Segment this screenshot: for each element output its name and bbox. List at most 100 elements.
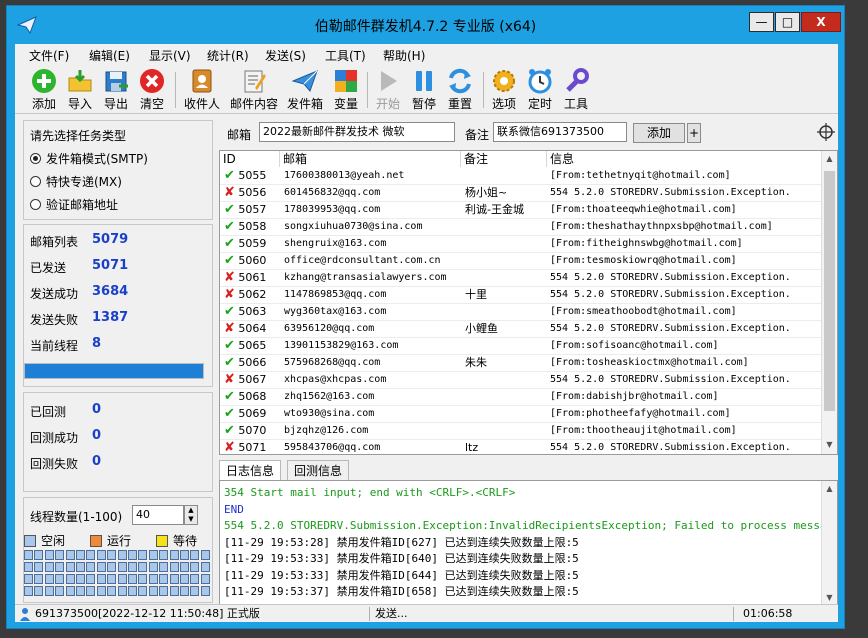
title-bar[interactable]: 伯勒邮件群发机4.7.2 专业版 (x64) — □ X <box>7 6 844 44</box>
cell-id: ✔ 5066 <box>224 355 280 371</box>
success-check-icon: ✔ <box>224 202 235 217</box>
timer-button[interactable]: 定时 <box>525 68 555 112</box>
cell-id: ✔ 5059 <box>224 236 280 252</box>
options-button[interactable]: 选项 <box>489 68 519 112</box>
menu-help[interactable]: 帮助(H) <box>383 47 425 64</box>
table-row[interactable]: ✔ 5058 songxiuhua0730@sina.com [From:thesh… <box>220 219 824 236</box>
user-icon <box>20 608 30 621</box>
legend-item: 运行 <box>90 532 131 549</box>
table-row[interactable]: ✔ 5055 17600380013@yeah.net [From:tethetny… <box>220 168 824 185</box>
thread-cell <box>138 586 148 596</box>
cell-info: 554 5.2.0 STOREDRV.Submission.Exception. <box>550 187 791 198</box>
maximize-button[interactable]: □ <box>775 12 800 32</box>
table-row[interactable]: ✔ 5060 office@rdconsultant.com.cn [From:te… <box>220 253 824 270</box>
table-row[interactable]: ✔ 5057 178039953@qq.com 利诚-王金城 [From:thoate… <box>220 202 824 219</box>
thread-cell <box>117 574 127 584</box>
cell-info: 554 5.2.0 STOREDRV.Submission.Exception. <box>550 442 791 453</box>
thread-count-spinner[interactable]: ▲ ▼ <box>184 505 198 525</box>
table-row[interactable]: ✘ 5071 595843706@qq.com ltz 554 5.2.0 STORE… <box>220 440 824 454</box>
radio-mx[interactable]: 特快专递(MX) <box>30 173 122 190</box>
table-row[interactable]: ✘ 5056 601456832@qq.com 杨小姐~ 554 5.2.0 STOR… <box>220 185 824 202</box>
radio-verify[interactable]: 验证邮箱地址 <box>30 196 118 213</box>
sender-box-button[interactable]: 发件箱 <box>285 68 325 112</box>
table-row[interactable]: ✔ 5066 575968268@qq.com 朱朱 [From:tosheaskio… <box>220 355 824 372</box>
import-button[interactable]: 导入 <box>65 68 95 112</box>
legend-label: 运行 <box>107 534 132 548</box>
tab-reply-test[interactable]: 回测信息 <box>287 460 350 480</box>
row-id: 5056 <box>238 186 267 199</box>
close-button[interactable]: X <box>801 12 841 32</box>
thread-group: 线程数量(1-100) 40 ▲ ▼ 空闲 运行 等待 <box>23 497 213 603</box>
thread-cell <box>159 586 169 596</box>
mail-content-button[interactable]: 邮件内容 <box>227 68 281 112</box>
radio-smtp[interactable]: 发件箱模式(SMTP) <box>30 150 148 167</box>
task-type-heading: 请先选择任务类型 <box>30 129 127 143</box>
grid-scrollbar[interactable]: ▲ ▼ <box>821 151 837 454</box>
menu-tools[interactable]: 工具(T) <box>325 47 366 64</box>
thread-cell <box>190 574 200 584</box>
mail-content-icon <box>244 70 266 93</box>
add-button[interactable]: 添加 <box>29 68 59 112</box>
thread-cell <box>96 586 106 596</box>
recipients-icon <box>192 69 212 93</box>
table-row[interactable]: ✔ 5068 zhq1562@163.com [From:dabishjbr@hot… <box>220 389 824 406</box>
cell-info: 554 5.2.0 STOREDRV.Submission.Exception. <box>550 374 791 385</box>
table-row[interactable]: ✔ 5069 wto930@sina.com [From:photheefafy@h… <box>220 406 824 423</box>
table-row[interactable]: ✘ 5062 1147869853@qq.com 十里 554 5.2.0 STORE… <box>220 287 824 304</box>
scroll-down-icon[interactable]: ▼ <box>822 437 837 453</box>
menu-stats[interactable]: 统计(R) <box>207 47 249 64</box>
clear-icon <box>140 69 164 93</box>
cell-id: ✔ 5069 <box>224 406 280 422</box>
legend-swatch <box>156 535 168 547</box>
thread-count-input[interactable]: 40 <box>132 505 184 525</box>
success-check-icon: ✔ <box>224 423 235 438</box>
reset-button[interactable]: 重置 <box>445 68 475 112</box>
cell-id: ✔ 5068 <box>224 389 280 405</box>
table-row[interactable]: ✘ 5067 xhcpas@xhcpas.com 554 5.2.0 STOREDR… <box>220 372 824 389</box>
table-row[interactable]: ✔ 5070 bjzqhz@126.com [From:thootheaujit@h… <box>220 423 824 440</box>
legend-label: 空闲 <box>41 534 66 548</box>
scroll-up-icon[interactable]: ▲ <box>822 481 837 497</box>
crosshair-icon[interactable] <box>817 123 835 141</box>
clear-button[interactable]: 清空 <box>137 68 167 112</box>
table-row[interactable]: ✔ 5063 wyg360tax@163.com [From:smeathoobod… <box>220 304 824 321</box>
table-row[interactable]: ✘ 5061 kzhang@transasialawyers.com 554 5.2… <box>220 270 824 287</box>
log-scrollbar[interactable]: ▲ ▼ <box>821 481 837 607</box>
tools-button[interactable]: 工具 <box>561 68 591 112</box>
add-icon <box>32 69 56 93</box>
variables-button[interactable]: 变量 <box>331 68 361 112</box>
thread-cell <box>169 574 179 584</box>
cell-mailbox: songxiuhua0730@sina.com <box>284 221 423 232</box>
table-row[interactable]: ✘ 5064 63956120@qq.com 小鲤鱼 554 5.2.0 STORED… <box>220 321 824 338</box>
expand-button[interactable]: + <box>687 123 701 143</box>
table-row[interactable]: ✔ 5059 shengruix@163.com [From:fitheighnsw… <box>220 236 824 253</box>
table-row[interactable]: ✔ 5065 13901153829@163.com [From:sofisoanc… <box>220 338 824 355</box>
scrollbar-thumb[interactable] <box>824 171 835 411</box>
pause-button[interactable]: 暂停 <box>409 68 439 112</box>
export-button[interactable]: 导出 <box>101 68 131 112</box>
start-button[interactable]: 开始 <box>373 68 403 112</box>
col-header-id[interactable]: ID <box>220 151 280 167</box>
row-id: 5065 <box>238 339 267 352</box>
add-entry-button[interactable]: 添加 <box>633 123 685 143</box>
col-header-info[interactable]: 信息 <box>547 151 823 167</box>
cell-mailbox: 575968268@qq.com <box>284 357 381 368</box>
scroll-up-icon[interactable]: ▲ <box>822 151 837 167</box>
note-input[interactable]: 联系微信691373500 <box>493 122 627 142</box>
menu-send[interactable]: 发送(S) <box>265 47 306 64</box>
stat-label-failed: 发送失败 <box>30 313 79 327</box>
thread-cell <box>86 586 96 596</box>
menu-file[interactable]: 文件(F) <box>29 47 69 64</box>
menu-edit[interactable]: 编辑(E) <box>89 47 130 64</box>
tab-log[interactable]: 日志信息 <box>219 460 282 480</box>
menu-view[interactable]: 显示(V) <box>149 47 191 64</box>
col-header-mailbox[interactable]: 邮箱 <box>280 151 461 167</box>
recipients-button[interactable]: 收件人 <box>181 68 223 112</box>
thread-cell <box>96 574 106 584</box>
col-header-note[interactable]: 备注 <box>461 151 547 167</box>
mail-grid: ID 邮箱 备注 信息 ✔ 5055 17600380013@yeah.net [F… <box>219 150 838 455</box>
log-panel: 354 Start mail input; end with <CRLF>.<C… <box>219 480 838 608</box>
minimize-button[interactable]: — <box>749 12 774 32</box>
mailbox-input[interactable]: 2022最新邮件群发技术 微软 <box>259 122 455 142</box>
thread-cell <box>200 586 210 596</box>
